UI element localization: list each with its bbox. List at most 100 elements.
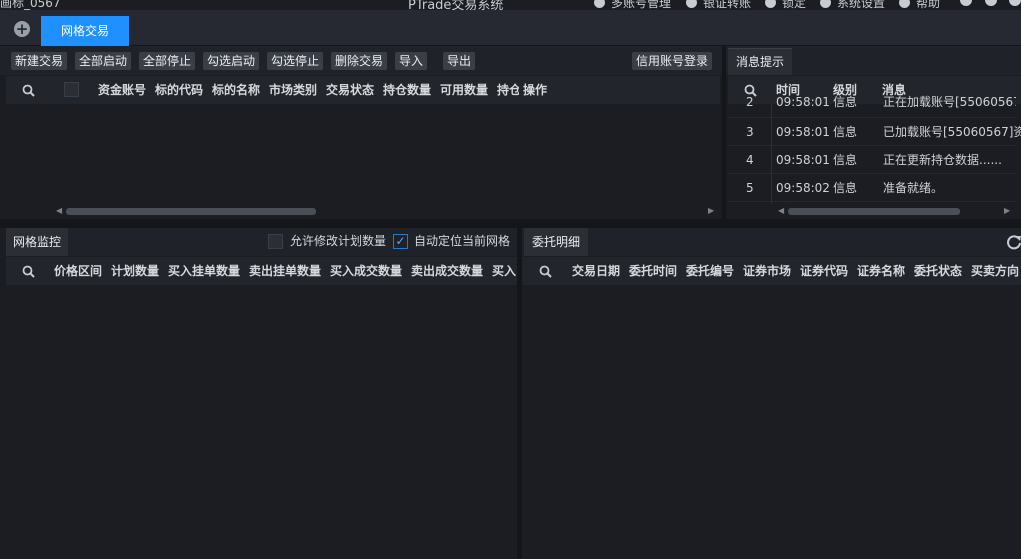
scroll-thumb[interactable] bbox=[66, 208, 316, 215]
row-index: 5 bbox=[746, 181, 754, 195]
column-header[interactable]: 委托编号 bbox=[686, 257, 734, 285]
row-index: 3 bbox=[746, 125, 754, 139]
lock-icon bbox=[765, 0, 776, 8]
app-title: PTrade交易系统 bbox=[408, 0, 504, 10]
grid-table-body bbox=[6, 104, 720, 204]
grid-table-hscrollbar[interactable]: ◀ ▶ bbox=[50, 205, 720, 217]
column-header[interactable]: 持仓数量 bbox=[383, 76, 431, 104]
message-hscrollbar[interactable]: ◀ ▶ bbox=[772, 205, 1016, 217]
menu-help[interactable]: 帮助 bbox=[899, 0, 940, 10]
menu-bank-transfer[interactable]: 银证转账 bbox=[686, 0, 751, 10]
column-header[interactable]: 交易日期 bbox=[572, 257, 620, 285]
add-tab-icon[interactable]: + bbox=[14, 21, 30, 37]
column-header[interactable]: 证券名称 bbox=[857, 257, 905, 285]
row-index: 4 bbox=[746, 153, 754, 167]
row-message: 正在加载账号[55060567 bbox=[883, 95, 1016, 109]
search-icon[interactable] bbox=[539, 265, 552, 278]
grid-table-header: 资金账号 标的代码 标的名称 市场类别 交易状态 持仓数量 可用数量 持仓 操作 bbox=[6, 76, 720, 104]
menu-settings[interactable]: 系统设置 bbox=[820, 0, 885, 10]
tab-order-details[interactable]: 委托明细 bbox=[524, 228, 588, 256]
column-header[interactable]: 买卖方向 bbox=[971, 257, 1019, 285]
column-header[interactable]: 买入 bbox=[492, 257, 516, 285]
menu-multi-account[interactable]: 多账号管理 bbox=[594, 0, 671, 10]
title-bar: 画标_0567 PTrade交易系统 多账号管理 银证转账 锁定 系统设置 帮助 bbox=[0, 0, 1021, 10]
scroll-thumb[interactable] bbox=[788, 208, 960, 215]
menu-lock[interactable]: 锁定 bbox=[765, 0, 806, 10]
scroll-left-icon[interactable]: ◀ bbox=[778, 205, 784, 217]
transfer-icon bbox=[686, 0, 697, 8]
stop-checked-button[interactable]: 勾选停止 bbox=[267, 52, 324, 70]
stop-all-button[interactable]: 全部停止 bbox=[139, 52, 196, 70]
row-level: 信息 bbox=[833, 95, 858, 109]
column-header[interactable]: 标的代码 bbox=[155, 76, 203, 104]
close-icon[interactable] bbox=[1009, 0, 1021, 6]
column-header[interactable]: 持仓 bbox=[497, 76, 519, 104]
select-all-checkbox[interactable] bbox=[64, 82, 79, 97]
column-header[interactable]: 操作 bbox=[523, 76, 547, 104]
splitter[interactable] bbox=[0, 219, 1021, 228]
help-icon bbox=[899, 0, 910, 8]
message-tab-bar: 消息提示 bbox=[726, 46, 1021, 75]
scroll-right-icon[interactable]: ▶ bbox=[708, 205, 714, 217]
row-time: 09:58:01 bbox=[776, 153, 830, 167]
column-header[interactable]: 市场类别 bbox=[269, 76, 317, 104]
allow-modify-checkbox[interactable] bbox=[268, 234, 283, 249]
auto-locate-checkbox[interactable]: ✓ bbox=[393, 234, 408, 249]
column-header[interactable]: 价格区间 bbox=[54, 257, 102, 285]
window-title: 画标_0567 bbox=[0, 0, 61, 10]
search-icon[interactable] bbox=[22, 265, 35, 278]
credit-account-login-button[interactable]: 信用账号登录 bbox=[632, 52, 713, 70]
column-header[interactable]: 委托时间 bbox=[629, 257, 677, 285]
column-divider bbox=[771, 104, 772, 204]
column-header[interactable]: 标的名称 bbox=[212, 76, 260, 104]
auto-locate-label[interactable]: 自动定位当前网格 bbox=[414, 234, 510, 249]
column-header[interactable]: 资金账号 bbox=[98, 76, 146, 104]
row-index: 2 bbox=[746, 95, 754, 109]
row-time: 09:58:01 bbox=[776, 95, 830, 109]
user-icon bbox=[594, 0, 605, 8]
row-message: 正在更新持仓数据...... bbox=[883, 153, 1002, 167]
start-checked-button[interactable]: 勾选启动 bbox=[203, 52, 260, 70]
minimize-icon[interactable] bbox=[960, 0, 972, 6]
scroll-right-icon[interactable]: ▶ bbox=[1004, 205, 1010, 217]
restore-icon[interactable] bbox=[985, 0, 997, 6]
delete-trade-button[interactable]: 删除交易 bbox=[331, 52, 388, 70]
menu-help-label: 帮助 bbox=[916, 0, 941, 10]
menu-settings-label: 系统设置 bbox=[837, 0, 886, 10]
column-header[interactable]: 买入挂单数量 bbox=[168, 257, 240, 285]
gear-icon bbox=[820, 0, 831, 8]
grid-monitor-header: 价格区间 计划数量 买入挂单数量 卖出挂单数量 买入成交数量 卖出成交数量 买入 bbox=[6, 257, 517, 285]
column-header[interactable]: 卖出成交数量 bbox=[411, 257, 483, 285]
new-trade-button[interactable]: 新建交易 bbox=[11, 52, 68, 70]
allow-modify-label[interactable]: 允许修改计划数量 bbox=[290, 234, 386, 249]
tab-messages[interactable]: 消息提示 bbox=[728, 48, 792, 75]
column-header[interactable]: 交易状态 bbox=[326, 76, 374, 104]
scroll-left-icon[interactable]: ◀ bbox=[56, 205, 62, 217]
import-button[interactable]: 导入 bbox=[395, 52, 428, 70]
grid-monitor-tab-bar: 网格监控 允许修改计划数量 ✓ 自动定位当前网格 bbox=[6, 228, 517, 256]
column-header[interactable]: 卖出挂单数量 bbox=[249, 257, 321, 285]
column-header[interactable]: 证券代码 bbox=[800, 257, 848, 285]
column-header[interactable]: 证券市场 bbox=[743, 257, 791, 285]
menu-multi-account-label: 多账号管理 bbox=[611, 0, 672, 10]
tab-grid-monitor[interactable]: 网格监控 bbox=[6, 228, 68, 256]
column-header[interactable]: 可用数量 bbox=[440, 76, 488, 104]
refresh-icon[interactable] bbox=[1006, 234, 1021, 250]
column-header[interactable]: 委托状态 bbox=[914, 257, 962, 285]
search-icon[interactable] bbox=[22, 84, 35, 97]
row-level: 信息 bbox=[833, 181, 858, 195]
row-time: 09:58:01 bbox=[776, 125, 830, 139]
orders-body bbox=[522, 285, 1021, 559]
export-button[interactable]: 导出 bbox=[443, 52, 476, 70]
menu-bank-transfer-label: 银证转账 bbox=[703, 0, 752, 10]
row-time: 09:58:02 bbox=[776, 181, 830, 195]
row-level: 信息 bbox=[833, 125, 858, 139]
start-all-button[interactable]: 全部启动 bbox=[75, 52, 132, 70]
tab-grid-trading[interactable]: 网格交易 bbox=[41, 16, 129, 46]
row-level: 信息 bbox=[833, 153, 858, 167]
column-header[interactable]: 计划数量 bbox=[111, 257, 159, 285]
grid-monitor-body bbox=[6, 285, 517, 559]
row-message: 准备就绪。 bbox=[883, 181, 944, 195]
main-tab-bar: + 网格交易 bbox=[0, 10, 1021, 46]
column-header[interactable]: 买入成交数量 bbox=[330, 257, 402, 285]
